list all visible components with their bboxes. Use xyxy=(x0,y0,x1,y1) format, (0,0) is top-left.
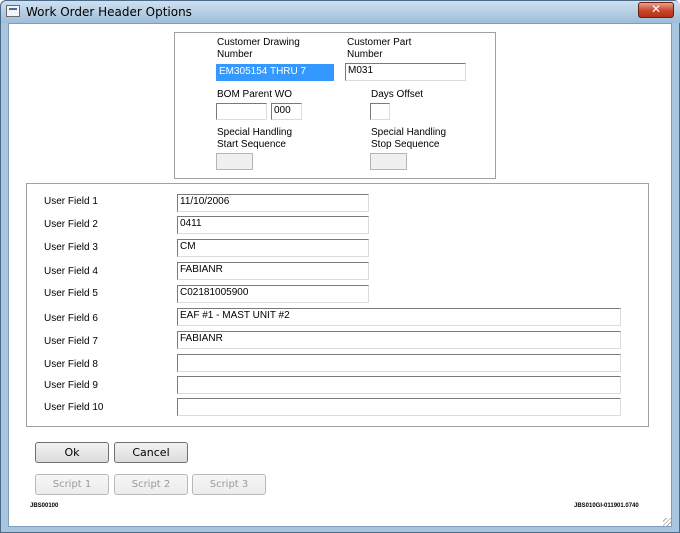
user-field-5-label: User Field 5 xyxy=(44,288,98,299)
cancel-button[interactable]: Cancel xyxy=(114,442,188,463)
user-field-7-label: User Field 7 xyxy=(44,336,98,347)
script-3-button: Script 3 xyxy=(192,474,266,495)
dialog-window: Work Order Header Options ✕ Customer Dra… xyxy=(0,0,680,533)
user-field-6-input[interactable]: EAF #1 - MAST UNIT #2 xyxy=(177,308,621,326)
user-field-9-label: User Field 9 xyxy=(44,380,98,391)
user-field-10-input[interactable] xyxy=(177,398,621,416)
sh-stop-field xyxy=(370,153,407,170)
user-field-1-input[interactable]: 11/10/2006 xyxy=(177,194,369,212)
sh-start-label: Special Handling Start Sequence xyxy=(217,127,293,150)
app-icon xyxy=(6,5,20,17)
user-field-10-label: User Field 10 xyxy=(44,402,104,413)
close-button[interactable]: ✕ xyxy=(638,2,674,18)
header-options-panel: Customer Drawing Number EM305154 THRU 7 … xyxy=(174,32,496,179)
script-1-button: Script 1 xyxy=(35,474,109,495)
title-bar[interactable]: Work Order Header Options ✕ xyxy=(1,1,680,23)
sh-stop-label: Special Handling Stop Sequence xyxy=(371,127,447,150)
user-field-4-input[interactable]: FABIANR xyxy=(177,262,369,280)
resize-grip[interactable] xyxy=(663,518,671,526)
user-field-1-label: User Field 1 xyxy=(44,196,98,207)
days-offset-field[interactable] xyxy=(370,103,390,120)
user-field-3-input[interactable]: CM xyxy=(177,239,369,257)
bom-parent-seq-field[interactable]: 000 xyxy=(271,103,302,120)
customer-drawing-label: Customer Drawing Number xyxy=(217,37,300,60)
dialog-body: Customer Drawing Number EM305154 THRU 7 … xyxy=(8,23,672,527)
sh-start-field xyxy=(216,153,253,170)
days-offset-label: Days Offset xyxy=(371,89,424,100)
form-code-right: JBS010GI-011901.0740 xyxy=(574,503,639,509)
user-field-8-input[interactable] xyxy=(177,354,621,372)
ok-button[interactable]: Ok xyxy=(35,442,109,463)
user-field-7-input[interactable]: FABIANR xyxy=(177,331,621,349)
user-field-3-label: User Field 3 xyxy=(44,242,98,253)
bom-parent-label: BOM Parent WO xyxy=(217,89,293,100)
customer-part-field[interactable]: M031 xyxy=(345,63,466,81)
user-fields-panel: User Field 1 11/10/2006 User Field 2 041… xyxy=(26,183,649,427)
customer-part-label: Customer Part Number xyxy=(347,37,412,60)
customer-drawing-field[interactable]: EM305154 THRU 7 xyxy=(216,64,334,81)
user-field-4-label: User Field 4 xyxy=(44,266,98,277)
bom-parent-field[interactable] xyxy=(216,103,267,120)
window-title: Work Order Header Options xyxy=(26,5,192,19)
user-field-9-input[interactable] xyxy=(177,376,621,394)
user-field-8-label: User Field 8 xyxy=(44,359,98,370)
user-field-5-input[interactable]: C02181005900 xyxy=(177,285,369,303)
user-field-2-label: User Field 2 xyxy=(44,219,98,230)
script-2-button: Script 2 xyxy=(114,474,188,495)
user-field-6-label: User Field 6 xyxy=(44,313,98,324)
user-field-2-input[interactable]: 0411 xyxy=(177,216,369,234)
form-code-left: JBS00100 xyxy=(30,503,59,509)
